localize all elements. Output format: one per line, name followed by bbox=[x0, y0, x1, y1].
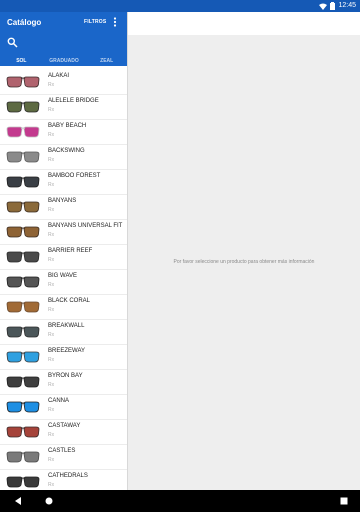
page-title: Catálogo bbox=[7, 18, 42, 27]
list-item[interactable]: CASTLES Rx bbox=[0, 445, 127, 470]
sunglasses-icon bbox=[6, 451, 40, 463]
list-item[interactable]: CANNA Rx bbox=[0, 395, 127, 420]
product-name: ALAKAI bbox=[48, 73, 70, 79]
home-icon[interactable] bbox=[43, 495, 55, 507]
app-bar: Catálogo FILTROS SOL GRADUADO ZEAL bbox=[0, 12, 127, 68]
sunglasses-icon bbox=[6, 176, 40, 188]
tab-zeal[interactable]: ZEAL bbox=[85, 56, 127, 68]
product-name: ALELELE BRIDGE bbox=[48, 98, 99, 104]
product-name: BAMBOO FOREST bbox=[48, 173, 101, 179]
product-name: BIG WAVE bbox=[48, 273, 78, 279]
wifi-icon bbox=[319, 3, 328, 10]
product-rx-label: Rx bbox=[48, 332, 55, 338]
product-rx-label: Rx bbox=[48, 257, 55, 263]
list-item[interactable]: BIG WAVE Rx bbox=[0, 270, 127, 295]
list-item[interactable]: BACKSWING Rx bbox=[0, 145, 127, 170]
product-name: CANNA bbox=[48, 398, 70, 404]
status-bar: 12:45 bbox=[0, 0, 360, 12]
sunglasses-icon bbox=[6, 76, 40, 88]
sunglasses-icon bbox=[6, 326, 40, 338]
product-name: BREEZEWAY bbox=[48, 348, 86, 354]
product-name: BARRIER REEF bbox=[48, 248, 93, 254]
sunglasses-icon bbox=[6, 201, 40, 213]
product-rx-label: Rx bbox=[48, 432, 55, 438]
product-rx-label: Rx bbox=[48, 382, 55, 388]
product-list: ALAKAI Rx ALELELE BRIDGE Rx BABY BEACH Rx BACK… bbox=[0, 70, 127, 490]
tab-sol[interactable]: SOL bbox=[0, 56, 43, 68]
list-item[interactable]: BANYANS Rx bbox=[0, 195, 127, 220]
list-item[interactable]: CATHEDRALS Rx bbox=[0, 470, 127, 490]
product-rx-label: Rx bbox=[48, 132, 55, 138]
product-rx-label: Rx bbox=[48, 282, 55, 288]
product-rx-label: Rx bbox=[48, 307, 55, 313]
product-rx-label: Rx bbox=[48, 82, 55, 88]
product-name: BYRON BAY bbox=[48, 373, 83, 379]
product-rx-label: Rx bbox=[48, 232, 55, 238]
sunglasses-icon bbox=[6, 351, 40, 363]
sunglasses-icon bbox=[6, 476, 40, 488]
catalog-panel: Catálogo FILTROS SOL GRADUADO ZEAL ALAKA… bbox=[0, 12, 128, 490]
navigation-bar bbox=[0, 490, 360, 512]
more-vert-icon[interactable] bbox=[110, 16, 120, 28]
sunglasses-icon bbox=[6, 401, 40, 413]
product-rx-label: Rx bbox=[48, 107, 55, 113]
battery-icon bbox=[330, 2, 336, 10]
list-item[interactable]: BABY BEACH Rx bbox=[0, 120, 127, 145]
product-rx-label: Rx bbox=[48, 357, 55, 363]
sunglasses-icon bbox=[6, 151, 40, 163]
sunglasses-icon bbox=[6, 251, 40, 263]
product-name: CATHEDRALS bbox=[48, 473, 88, 479]
product-rx-label: Rx bbox=[48, 407, 55, 413]
status-icons: 12:45 bbox=[319, 1, 356, 11]
list-item[interactable]: BREAKWALL Rx bbox=[0, 320, 127, 345]
list-item[interactable]: BREEZEWAY Rx bbox=[0, 345, 127, 370]
product-name: BACKSWING bbox=[48, 148, 85, 154]
list-item[interactable]: BARRIER REEF Rx bbox=[0, 245, 127, 270]
product-rx-label: Rx bbox=[48, 482, 55, 488]
sunglasses-icon bbox=[6, 226, 40, 238]
detail-placeholder-text: Por favor seleccione un producto para ob… bbox=[173, 259, 315, 265]
product-rx-label: Rx bbox=[48, 182, 55, 188]
product-name: BANYANS UNIVERSAL FIT bbox=[48, 223, 123, 229]
back-icon[interactable] bbox=[12, 495, 24, 507]
search-icon[interactable] bbox=[7, 37, 18, 48]
sunglasses-icon bbox=[6, 301, 40, 313]
list-item[interactable]: CASTAWAY Rx bbox=[0, 420, 127, 445]
list-item[interactable]: ALAKAI Rx bbox=[0, 70, 127, 95]
recent-apps-icon[interactable] bbox=[338, 495, 350, 507]
sunglasses-icon bbox=[6, 126, 40, 138]
filters-button[interactable]: FILTROS bbox=[84, 19, 106, 26]
status-time: 12:45 bbox=[338, 2, 356, 9]
list-item[interactable]: BLACK CORAL Rx bbox=[0, 295, 127, 320]
product-rx-label: Rx bbox=[48, 457, 55, 463]
product-name: CASTLES bbox=[48, 448, 76, 454]
product-rx-label: Rx bbox=[48, 207, 55, 213]
list-item[interactable]: BYRON BAY Rx bbox=[0, 370, 127, 395]
tab-graduado[interactable]: GRADUADO bbox=[43, 56, 86, 68]
tab-bar: SOL GRADUADO ZEAL bbox=[0, 56, 127, 68]
sunglasses-icon bbox=[6, 276, 40, 288]
product-name: BREAKWALL bbox=[48, 323, 85, 329]
product-name: BABY BEACH bbox=[48, 123, 87, 129]
sunglasses-icon bbox=[6, 426, 40, 438]
product-name: BLACK CORAL bbox=[48, 298, 91, 304]
list-item[interactable]: BAMBOO FOREST Rx bbox=[0, 170, 127, 195]
detail-panel: Por favor seleccione un producto para ob… bbox=[128, 35, 360, 490]
product-rx-label: Rx bbox=[48, 157, 55, 163]
product-name: BANYANS bbox=[48, 198, 77, 204]
sunglasses-icon bbox=[6, 101, 40, 113]
list-item[interactable]: BANYANS UNIVERSAL FIT Rx bbox=[0, 220, 127, 245]
sunglasses-icon bbox=[6, 376, 40, 388]
list-item[interactable]: ALELELE BRIDGE Rx bbox=[0, 95, 127, 120]
product-name: CASTAWAY bbox=[48, 423, 81, 429]
